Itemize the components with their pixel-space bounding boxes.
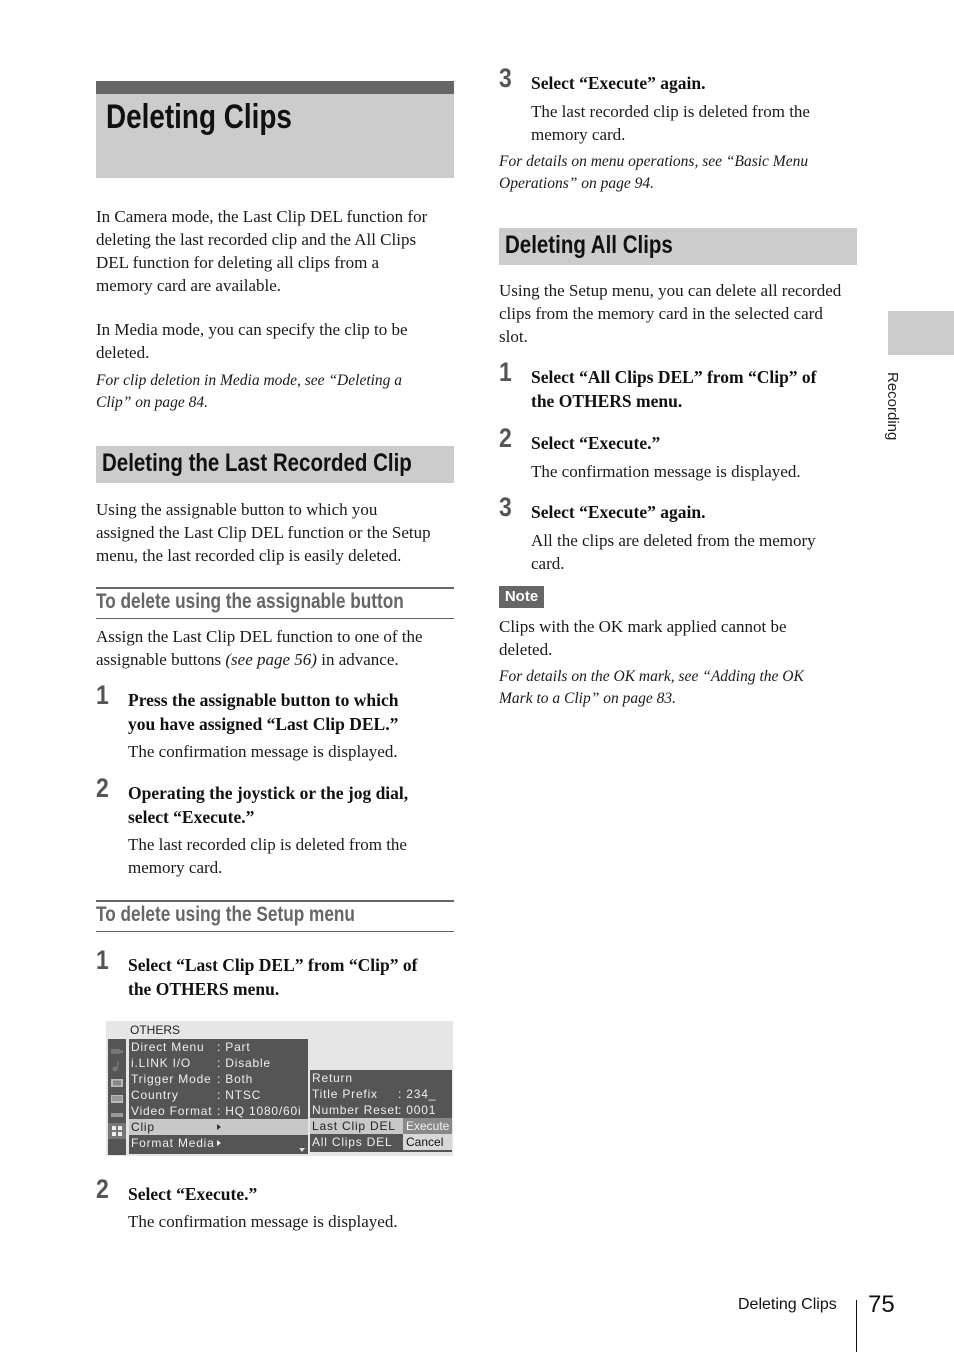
menu-icon-column [108,1039,126,1155]
section-header-last-clip: Deleting the Last Recorded Clip [96,446,454,483]
intro-reference: For clip deletion in Media mode, see “De… [96,372,403,411]
timecode-icon [111,1107,123,1117]
page-title: Deleting Clips [106,98,292,136]
menu-item-video-format[interactable]: Video Format: HQ 1080/60i [129,1103,308,1119]
scroll-down-icon[interactable] [299,1148,305,1152]
step-heading: Select “Last Clip DEL” from “Clip” of th… [128,955,418,999]
step-number: 3 [499,63,512,93]
video-icon [111,1075,123,1087]
menu-header: OTHERS [130,1023,181,1037]
step-heading: Select “Execute.” [531,433,661,453]
audio-icon [111,1059,123,1072]
camera-icon [111,1043,123,1054]
clip-submenu: Return Title Prefix: 234_ Number Reset: … [310,1070,452,1152]
menu-item-trigger-mode[interactable]: Trigger Mode: Both [129,1071,308,1087]
cancel-option[interactable]: Cancel [403,1134,452,1150]
step-body: The last recorded clip is deleted from t… [531,102,810,144]
menu-item-format-media[interactable]: Format Media [129,1135,308,1151]
intro-paragraph-2: In Media mode, you can specify the clip … [96,320,408,362]
step-body: The confirmation message is displayed. [128,742,398,761]
execute-option[interactable]: Execute [403,1118,452,1134]
section-all-body: Using the Setup menu, you can delete all… [499,281,842,346]
submenu-arrow-icon [217,1124,221,1130]
step-heading: Select “Execute.” [128,1184,258,1204]
page-number: 75 [868,1291,895,1318]
chapter-side-label: Recording [884,372,901,441]
note-badge: Note [499,586,544,608]
menu-operations-reference: For details on menu operations, see “Bas… [499,153,809,192]
footer-divider [856,1300,857,1352]
step-number: 2 [96,773,109,803]
step-number: 1 [499,357,512,387]
chapter-side-tab [888,311,954,355]
step-heading: Operating the joystick or the jog dial, … [128,783,409,827]
step-heading: Select “Execute” again. [531,502,706,522]
menu-item-ilink[interactable]: i.LINK I/O: Disable [129,1055,308,1071]
submenu-item-number-reset[interactable]: Number Reset: 0001 [310,1102,452,1118]
subheader-setup-menu: To delete using the Setup menu [96,900,454,932]
menu-screenshot: OTHERS Direct Menu: Part i.LINK I/O: Dis… [106,1021,453,1156]
step-heading: Select “All Clips DEL” from “Clip” of th… [531,367,817,411]
assignable-button-body: Assign the Last Clip DEL function to one… [96,627,423,669]
page-title-box: Deleting Clips [96,81,454,178]
lcd-icon [111,1091,123,1103]
step-body: All the clips are deleted from the memor… [531,531,816,573]
menu-main-list: Direct Menu: Part i.LINK I/O: Disable Tr… [129,1039,308,1154]
step-number: 2 [96,1174,109,1204]
footer-section-title: Deleting Clips [738,1296,837,1313]
menu-item-clip[interactable]: Clip [129,1119,308,1135]
others-icon [108,1123,126,1139]
step-number: 1 [96,680,109,710]
step-heading: Select “Execute” again. [531,73,706,93]
submenu-item-last-clip-del[interactable]: Last Clip DEL [310,1118,403,1134]
note-body: Clips with the OK mark applied cannot be… [499,617,787,659]
step-body: The last recorded clip is deleted from t… [128,835,407,877]
submenu-item-return[interactable]: Return [310,1070,452,1086]
step-body: The confirmation message is displayed. [128,1212,398,1231]
section-last-body: Using the assignable button to which you… [96,500,431,565]
section-header-all-clips: Deleting All Clips [499,228,857,265]
step-body: The confirmation message is displayed. [531,462,801,481]
note-reference: For details on the OK mark, see “Adding … [499,668,804,707]
step-heading: Press the assignable button to which you… [128,690,399,734]
step-number: 3 [499,492,512,522]
page-ref-56: (see page 56) [225,650,317,669]
subheader-assignable-button: To delete using the assignable button [96,587,454,619]
menu-item-country[interactable]: Country: NTSC [129,1087,308,1103]
step-number: 1 [96,945,109,975]
intro-paragraph-1: In Camera mode, the Last Clip DEL functi… [96,207,428,295]
submenu-arrow-icon [217,1140,221,1146]
submenu-item-all-clips-del[interactable]: All Clips DEL [310,1134,403,1150]
title-bar [96,81,454,94]
step-number: 2 [499,423,512,453]
menu-item-direct-menu[interactable]: Direct Menu: Part [129,1039,308,1055]
submenu-item-title-prefix[interactable]: Title Prefix: 234_ [310,1086,452,1102]
